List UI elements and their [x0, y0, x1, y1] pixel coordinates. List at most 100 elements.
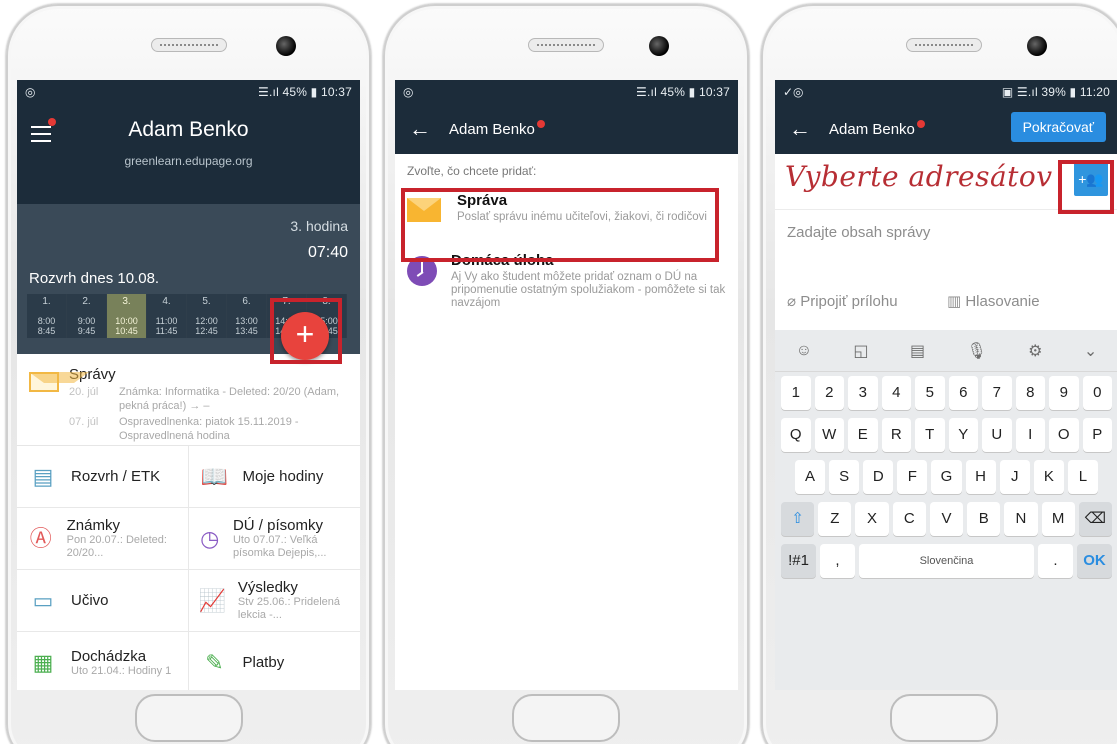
key[interactable]: Q — [781, 418, 811, 452]
menu-icon[interactable] — [31, 126, 51, 147]
key[interactable]: 2 — [814, 376, 844, 410]
tile-curriculum[interactable]: ▭ Učivo — [17, 570, 189, 632]
envelope-icon — [29, 372, 89, 392]
key[interactable]: A — [795, 460, 826, 494]
key[interactable]: Y — [948, 418, 978, 452]
shift-key[interactable]: ⇧ — [781, 502, 815, 536]
tile-my-lessons[interactable]: 📖 Moje hodiny — [188, 446, 360, 508]
screen-dashboard: ◎ ☰.ıl 45% ▮ 10:37 Adam Benko greenlearn… — [17, 80, 360, 690]
recipients-hint: Vyberte adresátov — [785, 160, 1053, 193]
key[interactable]: W — [814, 418, 844, 452]
tile-payments[interactable]: ✎ Platby — [189, 632, 361, 690]
key[interactable]: G — [931, 460, 962, 494]
status-right-icons: ☰.ıl 45% ▮ 10:37 — [636, 85, 730, 99]
home-button[interactable] — [134, 694, 243, 742]
speaker-grill — [150, 38, 227, 52]
attach-file-button[interactable]: ⌀ Pripojiť prílohu — [787, 292, 898, 310]
key[interactable]: 1 — [781, 376, 811, 410]
key[interactable]: 0 — [1082, 376, 1112, 410]
key[interactable]: 9 — [1049, 376, 1079, 410]
symbols-key[interactable]: !#1 — [781, 544, 816, 578]
key[interactable]: M — [1041, 502, 1075, 536]
keyboard-row-numbers: 1 2 3 4 5 6 7 8 9 0 — [775, 372, 1117, 414]
key[interactable]: D — [863, 460, 894, 494]
poll-button[interactable]: ▥ Hlasovanie — [947, 292, 1040, 310]
key[interactable]: 8 — [1015, 376, 1045, 410]
notification-dot — [916, 120, 925, 128]
poll-icon: ▥ — [947, 293, 966, 310]
message-body-placeholder[interactable]: Zadajte obsah správy — [787, 224, 930, 241]
school-domain: greenlearn.edupage.org — [124, 154, 253, 168]
front-camera — [276, 36, 296, 56]
status-right-icons: ☰.ıl 45% ▮ 10:37 — [258, 85, 352, 99]
choose-prompt: Zvoľte, čo chcete pridať: — [407, 164, 537, 178]
key[interactable]: B — [967, 502, 1001, 536]
app-bar: ← Adam Benko Pokračovať — [775, 104, 1117, 154]
key[interactable]: F — [897, 460, 928, 494]
key[interactable]: 5 — [915, 376, 945, 410]
key[interactable]: 6 — [948, 376, 978, 410]
key[interactable]: I — [1015, 418, 1045, 452]
emoji-icon[interactable]: ☺ — [796, 342, 812, 360]
home-button[interactable] — [512, 694, 620, 742]
key[interactable]: K — [1033, 460, 1064, 494]
key[interactable]: 3 — [848, 376, 878, 410]
gif-icon[interactable]: ▤ — [910, 341, 925, 361]
chart-icon: 📈 — [198, 587, 226, 613]
key[interactable]: T — [915, 418, 945, 452]
tile-results[interactable]: 📈 Výsledky Stv 25.06.: Pridelená lekcia -.… — [188, 570, 360, 632]
key[interactable]: N — [1004, 502, 1038, 536]
key[interactable]: X — [855, 502, 889, 536]
list-item[interactable]: 20. júlZnámka: Informatika - Deleted: 20… — [69, 385, 350, 413]
soft-keyboard: ☺ ◱ ▤ 🎙 ⚙ ⌄ 1 2 3 4 5 6 7 8 9 0 Q W E R … — [775, 330, 1117, 690]
back-arrow-icon[interactable]: ← — [409, 116, 431, 142]
key[interactable]: 7 — [982, 376, 1012, 410]
messages-card[interactable]: Správy 20. júlZnámka: Informatika - Dele… — [17, 354, 360, 446]
key[interactable]: U — [982, 418, 1012, 452]
key[interactable]: C — [892, 502, 926, 536]
period-key[interactable]: . — [1038, 544, 1073, 578]
comma-key[interactable]: , — [820, 544, 855, 578]
timetable-today: Rozvrh dnes 10.08. — [29, 270, 160, 287]
clock-icon: ◷ — [200, 525, 220, 551]
tile-grades[interactable]: Ⓐ Známky Pon 20.07.: Deleted: 20/20... — [17, 508, 189, 570]
key[interactable]: L — [1067, 460, 1098, 494]
paperclip-icon: ⌀ — [787, 293, 801, 310]
status-right-icons: ▣ ☰.ıl 39% ▮ 11:20 — [1001, 85, 1110, 99]
app-bar: ← Adam Benko — [395, 104, 738, 154]
list-item[interactable]: 07. júl Ospravedlnenka: piatok 15.11.2019… — [69, 415, 350, 443]
ok-key[interactable]: OK — [1077, 544, 1112, 578]
collapse-icon[interactable]: ⌄ — [1084, 341, 1097, 361]
home-button[interactable] — [890, 694, 998, 742]
continue-button[interactable]: Pokračovať — [1010, 112, 1106, 142]
module-tiles: ▤ Rozvrh / ETK 📖 Moje hodiny Ⓐ Známky Pon 20… — [17, 446, 360, 690]
tile-homework[interactable]: ◷ DÚ / písomky Uto 07.07.: Veľká písomka D… — [188, 508, 360, 570]
period-5: 5. 12:00 12:45 — [187, 294, 227, 338]
key[interactable]: V — [929, 502, 964, 536]
key[interactable]: 4 — [881, 376, 911, 410]
front-camera — [1027, 36, 1047, 56]
sticker-icon[interactable]: ◱ — [853, 341, 868, 361]
mic-icon[interactable]: 🎙 — [966, 341, 986, 361]
key[interactable]: S — [829, 460, 860, 494]
space-key[interactable]: Slovenčina — [859, 544, 1034, 578]
key[interactable]: P — [1082, 418, 1112, 452]
highlight-box-fab — [270, 298, 342, 364]
app-header: Adam Benko greenlearn.edupage.org — [17, 104, 360, 204]
key[interactable]: Z — [818, 502, 852, 536]
status-bar: ✓◎ ▣ ☰.ıl 39% ▮ 11:20 — [775, 80, 1117, 104]
key[interactable]: J — [999, 460, 1030, 494]
key[interactable]: O — [1049, 418, 1079, 452]
key[interactable]: E — [848, 418, 878, 452]
speaker-grill — [906, 38, 982, 52]
backspace-key[interactable]: ⌫ — [1078, 502, 1112, 536]
app-bar-title: Adam Benko — [449, 120, 535, 138]
messages-title: Správy — [69, 366, 116, 383]
settings-icon[interactable]: ⚙ — [1028, 341, 1042, 361]
tile-timetable[interactable]: ▤ Rozvrh / ETK — [17, 446, 189, 508]
tile-attendance[interactable]: ▦ Dochádzka Uto 21.04.: Hodiny 1 — [17, 632, 189, 690]
back-arrow-icon[interactable]: ← — [789, 116, 811, 142]
key[interactable]: R — [881, 418, 911, 452]
key[interactable]: H — [965, 460, 996, 494]
timetable-icon: ▤ — [32, 463, 54, 489]
